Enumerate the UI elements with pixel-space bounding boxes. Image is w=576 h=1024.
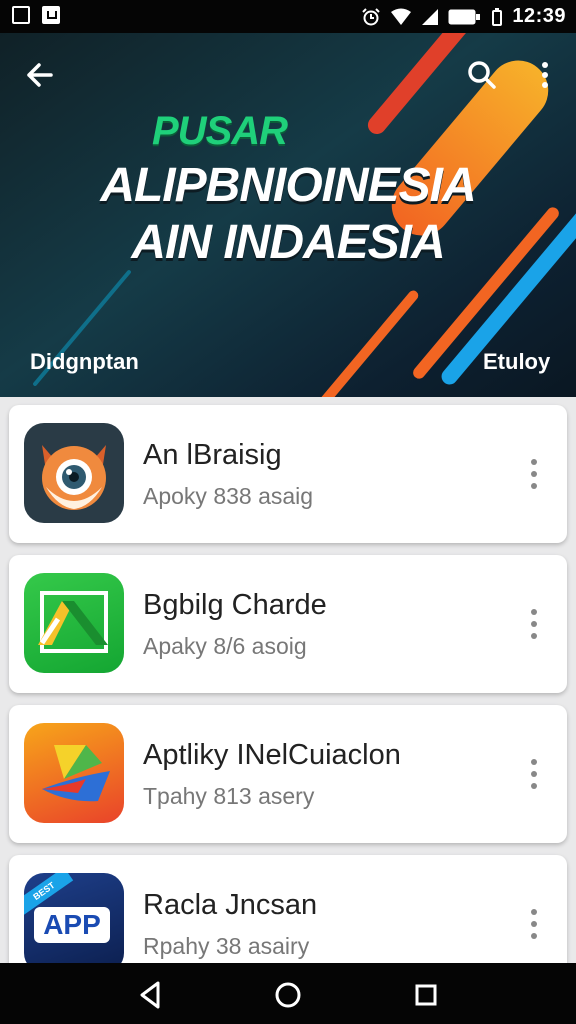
- banner-stripe: [309, 288, 421, 397]
- more-vert-icon: [531, 909, 537, 939]
- app-more-button[interactable]: [519, 899, 549, 949]
- more-vert-icon: [542, 62, 548, 88]
- notification-icon: [12, 6, 30, 24]
- app-card[interactable]: Aptliky INelCuiaclon Tpahy 813 asery: [9, 705, 567, 843]
- banner-tag: PUSAR: [152, 109, 288, 153]
- banner-left-label[interactable]: Didgnptan: [30, 349, 139, 375]
- app-name: Aptliky INelCuiaclon: [143, 739, 401, 771]
- app-name: Racla Jncsan: [143, 889, 318, 921]
- status-bar: 12:39: [0, 0, 576, 33]
- banner-title-line2: AIN INDAESIA: [131, 216, 445, 269]
- wifi-icon: [391, 8, 412, 25]
- app-badge-label: APP: [34, 907, 110, 943]
- colorful-fold-icon: [24, 723, 124, 823]
- app-card[interactable]: An lBraisig Apoky 838 asaig: [9, 405, 567, 543]
- app-card[interactable]: Bgbilg Charde Apaky 8/6 asoig: [9, 555, 567, 693]
- app-more-button[interactable]: [519, 599, 549, 649]
- back-button[interactable]: [20, 55, 60, 95]
- nav-home-button[interactable]: [268, 975, 308, 1015]
- app-name: An lBraisig: [143, 439, 282, 471]
- alarm-icon: [362, 7, 381, 25]
- app-more-button[interactable]: [519, 449, 549, 499]
- circle-home-icon: [275, 982, 301, 1008]
- app-name: Bgbilg Charde: [143, 589, 327, 621]
- banner-title-line1: ALIPBNIOINESIA: [100, 159, 476, 212]
- more-vert-icon: [531, 459, 537, 489]
- square-recents-icon: [415, 984, 437, 1006]
- fox-eye-icon: [24, 423, 124, 523]
- status-time: 12:39: [512, 5, 566, 27]
- navigation-bar: [0, 963, 576, 1024]
- more-options-button[interactable]: [527, 55, 567, 95]
- nav-recents-button[interactable]: [406, 975, 446, 1015]
- triangle-back-icon: [140, 981, 160, 1009]
- app-subtitle: Apaky 8/6 asoig: [143, 633, 307, 659]
- hero-banner: PUSAR ALIPBNIOINESIA AIN INDAESIA Didgnp…: [0, 33, 576, 397]
- app-subtitle: Apoky 838 asaig: [143, 483, 314, 509]
- more-vert-icon: [531, 609, 537, 639]
- banner-right-label[interactable]: Etuloy: [483, 349, 550, 375]
- green-drive-icon: [24, 573, 124, 673]
- nav-back-button[interactable]: [130, 975, 170, 1015]
- search-icon: [468, 61, 496, 89]
- signal-icon: [422, 8, 439, 25]
- search-button[interactable]: [462, 55, 502, 95]
- more-vert-icon: [531, 759, 537, 789]
- app-more-button[interactable]: [519, 749, 549, 799]
- back-arrow-icon: [27, 63, 53, 87]
- gmail-notification-icon: [42, 6, 60, 24]
- battery-icon: [448, 9, 481, 24]
- app-subtitle: Rpahy 38 asairy: [143, 933, 310, 959]
- app-subtitle: Tpahy 813 asery: [143, 783, 315, 809]
- app-badge-icon: BEST APP: [24, 873, 124, 973]
- charging-icon: [492, 7, 503, 26]
